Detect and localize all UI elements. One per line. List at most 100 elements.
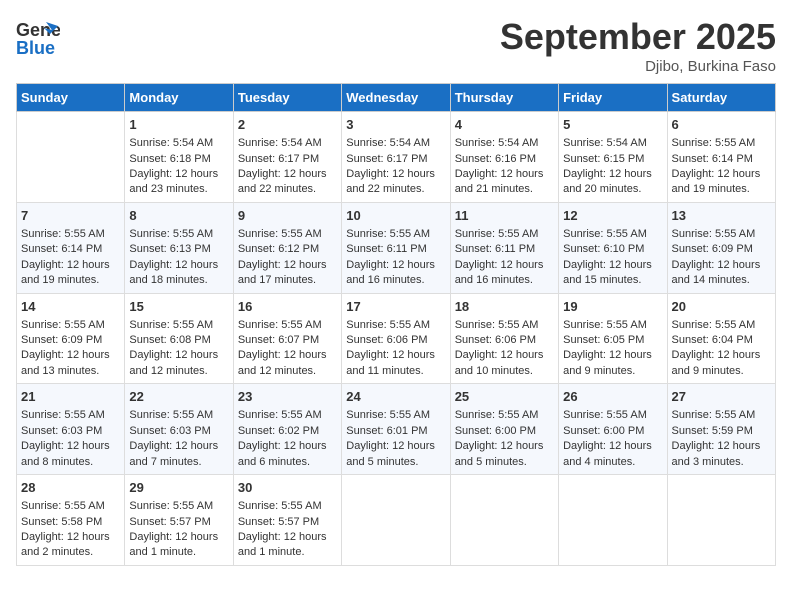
sunrise-text: Sunrise: 5:55 AM (455, 228, 539, 240)
weekday-header-monday: Monday (125, 84, 233, 112)
logo: General Blue (16, 16, 60, 60)
sunrise-text: Sunrise: 5:54 AM (346, 137, 430, 149)
day-number: 20 (672, 298, 771, 316)
sunset-text: Sunset: 6:16 PM (455, 153, 536, 165)
sunrise-text: Sunrise: 5:54 AM (455, 137, 539, 149)
sunset-text: Sunset: 6:08 PM (129, 334, 210, 346)
daylight-text: Daylight: 12 hours and 21 minutes. (455, 168, 544, 195)
day-number: 17 (346, 298, 445, 316)
day-number: 7 (21, 207, 120, 225)
daylight-text: Daylight: 12 hours and 3 minutes. (672, 440, 761, 467)
sunrise-text: Sunrise: 5:55 AM (346, 319, 430, 331)
sunrise-text: Sunrise: 5:55 AM (563, 409, 647, 421)
sunset-text: Sunset: 5:57 PM (129, 516, 210, 528)
daylight-text: Daylight: 12 hours and 1 minute. (238, 531, 327, 558)
sunrise-text: Sunrise: 5:55 AM (21, 319, 105, 331)
daylight-text: Daylight: 12 hours and 9 minutes. (563, 349, 652, 376)
daylight-text: Daylight: 12 hours and 23 minutes. (129, 168, 218, 195)
day-number: 11 (455, 207, 554, 225)
day-number: 3 (346, 116, 445, 134)
sunrise-text: Sunrise: 5:55 AM (672, 319, 756, 331)
sunset-text: Sunset: 6:15 PM (563, 153, 644, 165)
calendar-cell: 21Sunrise: 5:55 AMSunset: 6:03 PMDayligh… (17, 384, 125, 475)
sunset-text: Sunset: 6:01 PM (346, 425, 427, 437)
day-number: 29 (129, 479, 228, 497)
calendar-cell: 29Sunrise: 5:55 AMSunset: 5:57 PMDayligh… (125, 475, 233, 566)
calendar-cell: 2Sunrise: 5:54 AMSunset: 6:17 PMDaylight… (233, 112, 341, 203)
weekday-header-tuesday: Tuesday (233, 84, 341, 112)
calendar-cell: 28Sunrise: 5:55 AMSunset: 5:58 PMDayligh… (17, 475, 125, 566)
day-number: 23 (238, 388, 337, 406)
svg-text:Blue: Blue (16, 38, 55, 58)
daylight-text: Daylight: 12 hours and 16 minutes. (346, 259, 435, 286)
day-number: 13 (672, 207, 771, 225)
sunset-text: Sunset: 6:09 PM (21, 334, 102, 346)
calendar-cell: 13 Sunrise: 5:55 AM Sunset: 6:09 PM Dayligh… (667, 202, 775, 293)
day-number: 10 (346, 207, 445, 225)
calendar-week-3: 14 Sunrise: 5:55 AM Sunset: 6:09 PM Dayligh… (17, 293, 776, 384)
sunrise-text: Sunrise: 5:55 AM (21, 409, 105, 421)
day-number: 30 (238, 479, 337, 497)
sunrise-text: Sunrise: 5:55 AM (346, 228, 430, 240)
title-block: September 2025 Djibo, Burkina Faso (500, 16, 776, 75)
calendar-cell: 8Sunrise: 5:55 AMSunset: 6:13 PMDaylight… (125, 202, 233, 293)
sunset-text: Sunset: 6:09 PM (672, 243, 753, 255)
sunrise-text: Sunrise: 5:55 AM (21, 500, 105, 512)
calendar-cell: 26Sunrise: 5:55 AMSunset: 6:00 PMDayligh… (559, 384, 667, 475)
calendar-cell (450, 475, 558, 566)
sunset-text: Sunset: 5:57 PM (238, 516, 319, 528)
daylight-text: Daylight: 12 hours and 8 minutes. (21, 440, 110, 467)
daylight-text: Daylight: 12 hours and 18 minutes. (129, 259, 218, 286)
sunset-text: Sunset: 6:04 PM (672, 334, 753, 346)
sunset-text: Sunset: 5:58 PM (21, 516, 102, 528)
day-number: 18 (455, 298, 554, 316)
calendar-cell: 1Sunrise: 5:54 AMSunset: 6:18 PMDaylight… (125, 112, 233, 203)
daylight-text: Daylight: 12 hours and 7 minutes. (129, 440, 218, 467)
daylight-text: Daylight: 12 hours and 4 minutes. (563, 440, 652, 467)
daylight-text: Daylight: 12 hours and 16 minutes. (455, 259, 544, 286)
sunset-text: Sunset: 6:06 PM (455, 334, 536, 346)
location: Djibo, Burkina Faso (500, 58, 776, 75)
sunset-text: Sunset: 5:59 PM (672, 425, 753, 437)
sunset-text: Sunset: 6:05 PM (563, 334, 644, 346)
calendar-cell: 18Sunrise: 5:55 AMSunset: 6:06 PMDayligh… (450, 293, 558, 384)
daylight-text: Daylight: 12 hours and 6 minutes. (238, 440, 327, 467)
calendar-cell: 15Sunrise: 5:55 AMSunset: 6:08 PMDayligh… (125, 293, 233, 384)
sunrise-text: Sunrise: 5:55 AM (672, 228, 756, 240)
day-number: 19 (563, 298, 662, 316)
sunset-text: Sunset: 6:00 PM (563, 425, 644, 437)
calendar-cell: 23Sunrise: 5:55 AMSunset: 6:02 PMDayligh… (233, 384, 341, 475)
day-number: 21 (21, 388, 120, 406)
daylight-text: Daylight: 12 hours and 14 minutes. (672, 259, 761, 286)
calendar-cell (559, 475, 667, 566)
calendar-cell: 4 Sunrise: 5:54 AM Sunset: 6:16 PM Daylight… (450, 112, 558, 203)
day-number: 16 (238, 298, 337, 316)
day-number: 5 (563, 116, 662, 134)
sunset-text: Sunset: 6:06 PM (346, 334, 427, 346)
sunset-text: Sunset: 6:17 PM (238, 153, 319, 165)
sunset-text: Sunset: 6:00 PM (455, 425, 536, 437)
sunrise-text: Sunrise: 5:55 AM (129, 319, 213, 331)
day-number: 14 (21, 298, 120, 316)
calendar-cell: 6Sunrise: 5:55 AMSunset: 6:14 PMDaylight… (667, 112, 775, 203)
calendar-cell: 20Sunrise: 5:55 AMSunset: 6:04 PMDayligh… (667, 293, 775, 384)
sunset-text: Sunset: 6:07 PM (238, 334, 319, 346)
logo-icon: General Blue (16, 16, 60, 60)
day-number: 4 (455, 116, 554, 134)
calendar-cell (342, 475, 450, 566)
sunset-text: Sunset: 6:13 PM (129, 243, 210, 255)
sunset-text: Sunset: 6:11 PM (346, 243, 427, 255)
calendar-cell: 11Sunrise: 5:55 AMSunset: 6:11 PMDayligh… (450, 202, 558, 293)
sunrise-text: Sunrise: 5:55 AM (455, 409, 539, 421)
sunset-text: Sunset: 6:18 PM (129, 153, 210, 165)
daylight-text: Daylight: 12 hours and 19 minutes. (672, 168, 761, 195)
sunrise-text: Sunrise: 5:55 AM (129, 500, 213, 512)
day-number: 22 (129, 388, 228, 406)
daylight-text: Daylight: 12 hours and 22 minutes. (238, 168, 327, 195)
calendar-cell: 7Sunrise: 5:55 AMSunset: 6:14 PMDaylight… (17, 202, 125, 293)
sunrise-text: Sunrise: 5:55 AM (21, 228, 105, 240)
calendar-cell: 10 Sunrise: 5:55 AM Sunset: 6:11 PM Dayligh… (342, 202, 450, 293)
sunrise-text: Sunrise: 5:55 AM (129, 228, 213, 240)
calendar-week-2: 7Sunrise: 5:55 AMSunset: 6:14 PMDaylight… (17, 202, 776, 293)
sunrise-text: Sunrise: 5:55 AM (455, 319, 539, 331)
